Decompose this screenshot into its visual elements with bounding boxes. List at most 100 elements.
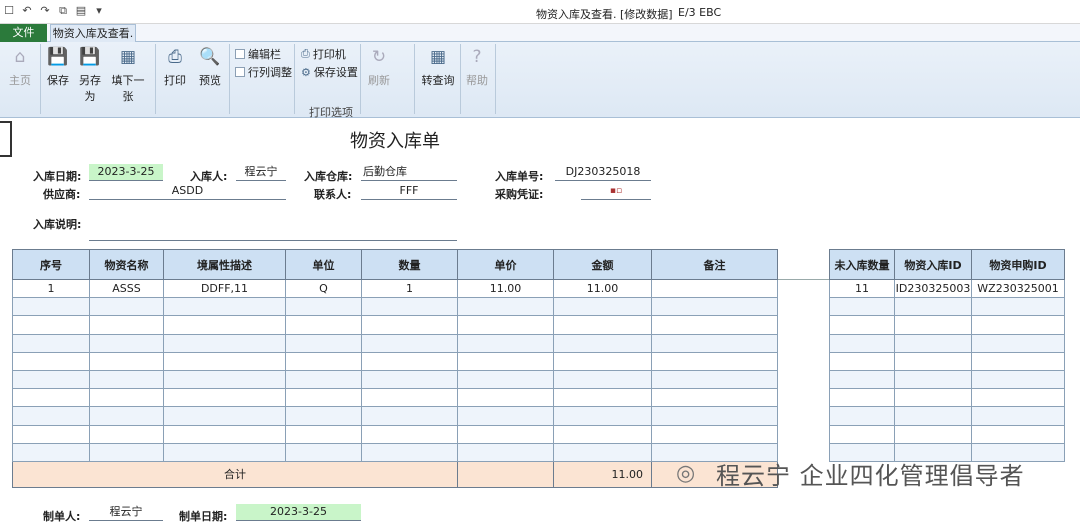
detail-table-header: 序号 物资名称 境属性描述 单位 数量 单价 金额 备注 — [12, 249, 778, 280]
save-as-icon: 💾 — [79, 47, 101, 67]
table-row[interactable]: 1 ASSS DDFF,11 Q 1 11.00 11.00 — [12, 278, 778, 299]
table-row[interactable] — [829, 369, 1065, 390]
ribbon-separator — [360, 44, 361, 114]
cell-unit[interactable]: Q — [285, 278, 362, 299]
row-col-adjust-checkbox[interactable]: 行列调整 — [235, 64, 292, 80]
col-header-seq: 序号 — [12, 249, 90, 280]
preview-button[interactable]: 🔍 预览 — [197, 46, 223, 88]
table-row[interactable] — [829, 388, 1065, 408]
table-row[interactable] — [12, 406, 778, 426]
home-label: 主页 — [9, 74, 31, 87]
detail-table: 序号 物资名称 境属性描述 单位 数量 单价 金额 备注 1 ASSS DDFF… — [12, 249, 778, 488]
table-row[interactable] — [829, 424, 1065, 444]
table-row[interactable] — [829, 406, 1065, 426]
col-header-inbound-id: 物资入库ID — [894, 249, 972, 280]
table-row[interactable]: 11 ID230325003 WZ230325001 — [829, 278, 1065, 299]
table-row[interactable] — [12, 424, 778, 444]
note-label: 入库说明: — [33, 218, 82, 231]
document-area: 物资入库单 入库日期: 2023-3-25 入库人: 程云宁 入库仓库: 后勤仓… — [0, 119, 1080, 523]
edit-bar-label: 编辑栏 — [248, 48, 281, 61]
refresh-button[interactable]: ↻ 刷新 — [366, 46, 392, 88]
ribbon-separator — [294, 44, 295, 114]
undo-icon[interactable]: ↶ — [20, 4, 34, 18]
home-icon: ⌂ — [14, 47, 26, 67]
table-row[interactable] — [12, 369, 778, 390]
date-field[interactable]: 2023-3-25 — [89, 164, 163, 181]
col-header-price: 单价 — [457, 249, 554, 280]
supplier-field[interactable]: ASDD — [89, 183, 286, 200]
cell-seq[interactable]: 1 — [12, 278, 90, 299]
voucher-field[interactable]: ▪▫ — [581, 183, 651, 200]
col-header-pending-qty: 未入库数量 — [829, 249, 895, 280]
number-field[interactable]: DJ230325018 — [555, 164, 651, 181]
printer-setting-button[interactable]: ⎙ 打印机 — [301, 46, 346, 62]
print-button[interactable]: ⎙ 打印 — [162, 46, 188, 88]
table-row[interactable] — [829, 351, 1065, 371]
cell-name[interactable]: ASSS — [89, 278, 164, 299]
fill-next-button[interactable]: ▦ 填下一张 — [107, 46, 149, 104]
cell-inbound-id[interactable]: ID230325003 — [894, 278, 972, 299]
paste-icon[interactable]: ▤ — [74, 4, 88, 18]
table-row[interactable] — [12, 333, 778, 353]
table-row[interactable] — [829, 315, 1065, 335]
save-button[interactable]: 💾 保存 — [45, 46, 71, 88]
warehouse-field[interactable]: 后勤仓库 — [361, 164, 457, 181]
printer-small-icon: ⎙ — [301, 47, 310, 60]
help-button[interactable]: ? 帮助 — [464, 46, 490, 88]
table-row[interactable] — [829, 333, 1065, 353]
cell-purchase-id[interactable]: WZ230325001 — [971, 278, 1065, 299]
table-row[interactable] — [12, 297, 778, 317]
save-settings-button[interactable]: ⚙ 保存设置 — [301, 64, 358, 80]
table-row[interactable] — [12, 351, 778, 371]
qat-dropdown-icon[interactable]: ▾ — [92, 4, 106, 18]
divider-line — [777, 279, 829, 280]
total-amount: 11.00 — [553, 460, 652, 488]
cell-remark[interactable] — [651, 278, 778, 299]
voucher-icon: ▪▫ — [609, 186, 623, 196]
table-row[interactable] — [12, 315, 778, 335]
col-header-amount: 金额 — [553, 249, 652, 280]
person-field[interactable]: 程云宁 — [236, 164, 286, 181]
title-bar: ☐ ↶ ↷ ⧉ ▤ ▾ 物资入库及查看. [修改数据] E/3 EBC — [0, 0, 1080, 24]
fill-next-label: 填下一张 — [111, 74, 145, 103]
save-settings-label: 保存设置 — [313, 66, 358, 79]
window-title-right: E/3 EBC — [678, 6, 722, 19]
refresh-label: 刷新 — [368, 74, 390, 87]
ribbon: ⌂ 主页 💾 保存 💾 另存为 ▦ 填下一张 ⎙ 打印 🔍 预览 编辑栏 行列调… — [0, 42, 1080, 119]
calculator-icon: ▦ — [429, 47, 447, 67]
app-menu-icon[interactable]: ☐ — [2, 4, 16, 18]
printer-label: 打印机 — [312, 48, 346, 61]
make-date-label: 制单日期: — [179, 510, 228, 523]
preview-label: 预览 — [199, 74, 221, 87]
warehouse-label: 入库仓库: — [304, 170, 353, 183]
table-row[interactable] — [12, 388, 778, 408]
col-header-name: 物资名称 — [89, 249, 164, 280]
to-query-button[interactable]: ▦ 转查询 — [421, 46, 455, 88]
redo-icon[interactable]: ↷ — [38, 4, 52, 18]
cell-qty[interactable]: 1 — [361, 278, 458, 299]
watermark: ◎ 程云宁 企业四化管理倡导者 — [676, 456, 1025, 491]
form-title: 物资入库单 — [350, 131, 440, 152]
make-date-field[interactable]: 2023-3-25 — [236, 504, 361, 521]
side-table-header: 未入库数量 物资入库ID 物资申购ID — [829, 249, 1065, 280]
copy-icon[interactable]: ⧉ — [56, 4, 70, 18]
cell-attr[interactable]: DDFF,11 — [163, 278, 286, 299]
row-col-adjust-label: 行列调整 — [248, 66, 292, 79]
save-as-label: 另存为 — [79, 74, 101, 103]
preview-icon: 🔍 — [199, 47, 221, 67]
col-header-purchase-id: 物资申购ID — [971, 249, 1065, 280]
cell-pending-qty[interactable]: 11 — [829, 278, 895, 299]
tab-file[interactable]: 文件 — [0, 24, 47, 42]
table-row[interactable] — [12, 442, 778, 462]
tab-inbound-view[interactable]: 物资入库及查看. — [50, 24, 136, 43]
contact-field[interactable]: FFF — [361, 183, 457, 200]
save-as-button[interactable]: 💾 另存为 — [74, 46, 106, 104]
maker-field[interactable]: 程云宁 — [89, 504, 163, 521]
cell-amount[interactable]: 11.00 — [553, 278, 652, 299]
edit-bar-checkbox[interactable]: 编辑栏 — [235, 46, 281, 62]
total-row: 合计 11.00 — [12, 460, 778, 488]
home-button[interactable]: ⌂ 主页 — [6, 46, 34, 88]
note-field[interactable] — [89, 224, 457, 241]
table-row[interactable] — [829, 297, 1065, 317]
cell-price[interactable]: 11.00 — [457, 278, 554, 299]
